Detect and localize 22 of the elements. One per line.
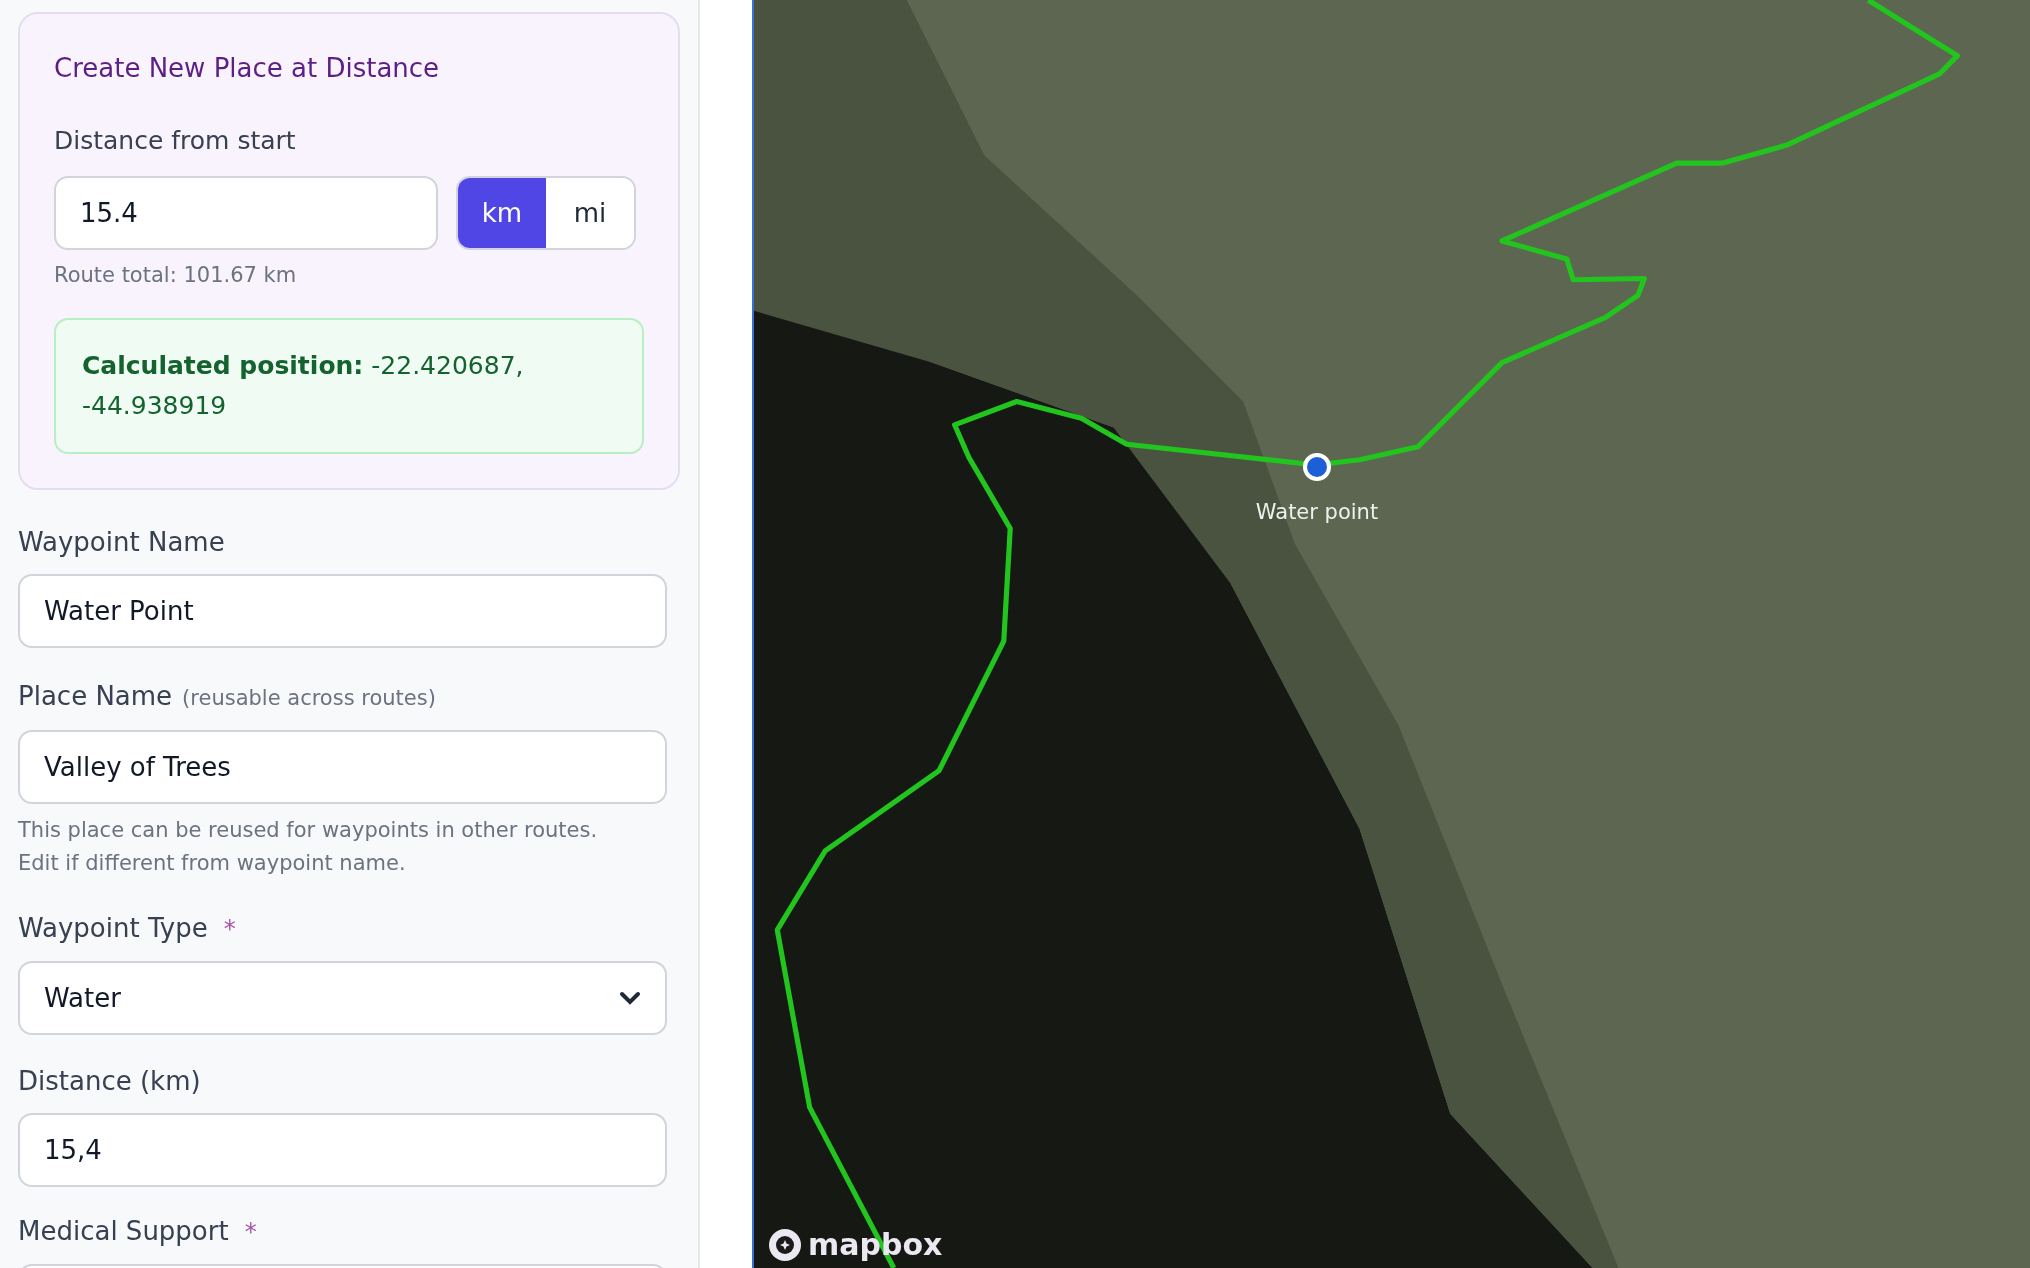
chevron-down-icon (619, 991, 641, 1005)
required-mark: * (223, 914, 236, 945)
marker-label: Water point (1254, 499, 1380, 526)
text-input[interactable]: Water Point (18, 574, 667, 648)
field-hint: (reusable across routes) (182, 685, 436, 712)
field-label: Distance from start (54, 125, 297, 157)
field-label: Place Name (18, 680, 173, 713)
text-input[interactable]: Valley of Trees (18, 730, 667, 804)
unit-toggle-button[interactable]: km (458, 178, 546, 248)
field-label: Distance (km) (18, 1065, 201, 1098)
required-mark: * (244, 1217, 257, 1248)
route-total-text: Route total: 101.67 km (54, 262, 298, 289)
select-dropdown[interactable]: Water (18, 961, 667, 1035)
card-title: Create New Place at Distance (54, 52, 441, 85)
field-label: Medical Support (18, 1215, 229, 1248)
text-input[interactable]: 15,4 (18, 1113, 667, 1187)
field-label: Waypoint Type (18, 912, 208, 945)
calculated-position-text: Calculated position: -22.420687, -44.938919 (82, 350, 525, 422)
help-text: This place can be reused for waypoints in other routes. Edit if different from waypoint name. (18, 817, 599, 877)
field-label: Waypoint Name (18, 526, 225, 559)
distance-input[interactable]: 15.4 (54, 176, 438, 250)
logo-icon (768, 1228, 802, 1262)
